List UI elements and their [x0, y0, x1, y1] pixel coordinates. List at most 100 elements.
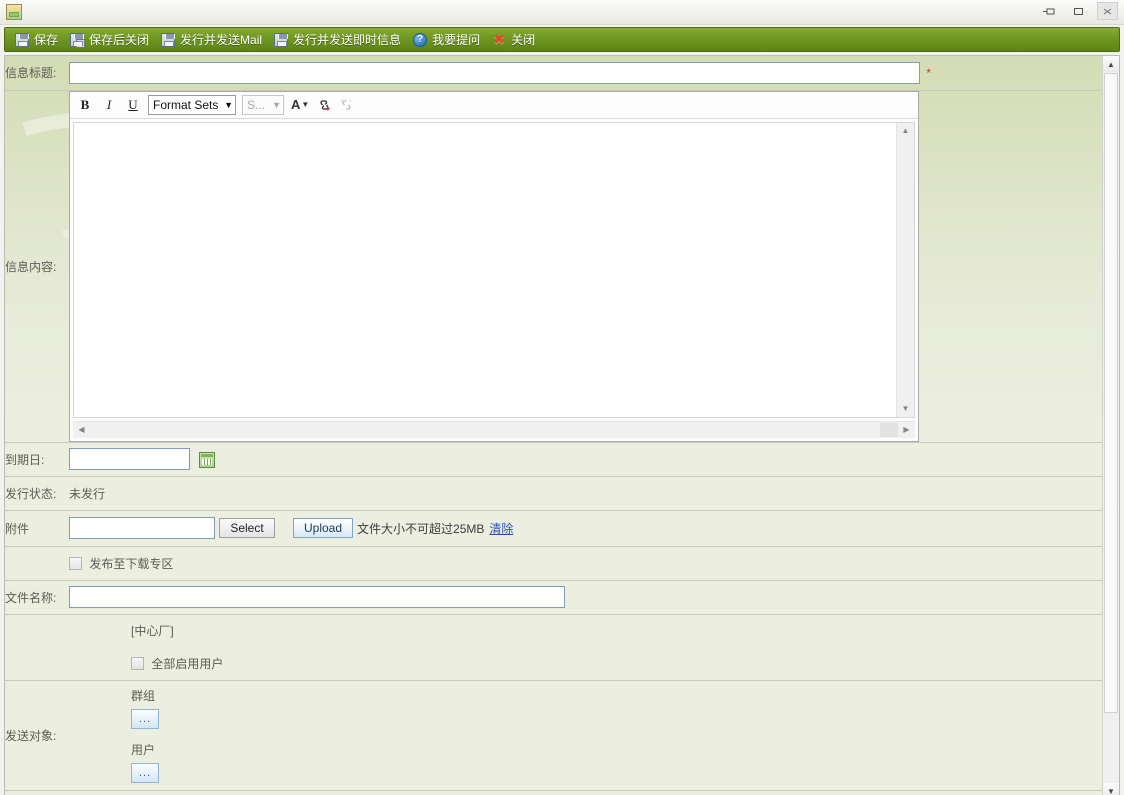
unlink-icon: [336, 95, 356, 115]
editor-vertical-scrollbar[interactable]: ▲ ▼: [896, 122, 914, 417]
group-label: 群组: [131, 689, 156, 703]
close-button[interactable]: [1097, 2, 1118, 20]
all-users-checkbox[interactable]: [131, 657, 144, 670]
save-close-icon: [70, 32, 86, 48]
bold-label: B: [80, 96, 90, 112]
editor-canvas[interactable]: [74, 122, 897, 417]
title-label: 信息标题:: [5, 56, 69, 91]
scroll-up-icon[interactable]: ▲: [897, 123, 914, 139]
scroll-left-icon[interactable]: ◀: [73, 425, 90, 434]
underline-button[interactable]: U: [122, 94, 144, 116]
scroll-right-icon[interactable]: ▶: [898, 425, 915, 434]
publish-download-cell: 发布至下载专区: [69, 546, 1102, 581]
row-attachment: 附件 Select Upload 文件大小不可超过25MB 清除: [5, 510, 1102, 547]
page-scroll-down-icon[interactable]: ▼: [1103, 783, 1119, 795]
toolbar-save-label: 保存: [34, 33, 59, 47]
toolbar-help-label: 我要提问: [432, 33, 481, 47]
hscroll-thumb[interactable]: [880, 422, 898, 437]
row-content: 信息内容: B I U Format Sets ▼ S... ▼ A ▼ ▲ ▼…: [5, 90, 1102, 443]
page-vertical-scrollbar[interactable]: ▲ ▼: [1102, 56, 1119, 795]
italic-button[interactable]: I: [98, 94, 120, 116]
toolbar-save-close[interactable]: 保存后关闭: [66, 29, 157, 50]
chevron-down-icon-2: ▼: [272, 99, 281, 110]
select-file-button[interactable]: Select: [219, 518, 275, 538]
toolbar-close[interactable]: ✖ 关闭: [488, 29, 543, 50]
title-required-mark: *: [926, 65, 932, 80]
title-field-cell: *: [69, 56, 1102, 91]
app-document-icon: [6, 4, 22, 20]
user-label: 用户: [131, 743, 156, 757]
rich-text-editor: B I U Format Sets ▼ S... ▼ A ▼ ▲ ▼ ◀ ▶: [69, 90, 919, 442]
send-target-label: 发送对象:: [5, 680, 69, 791]
link-icon[interactable]: [314, 95, 334, 115]
content-label: 信息内容:: [5, 90, 69, 443]
format-sets-dropdown[interactable]: Format Sets ▼: [148, 94, 236, 115]
publish-status-label: 发行状态:: [5, 476, 69, 511]
publish-download-checkbox[interactable]: [69, 556, 82, 570]
filename-label: 文件名称:: [5, 580, 69, 615]
news-form-table: 信息标题: * 信息内容: B I U Format Sets ▼ S... ▼…: [5, 56, 1102, 795]
font-color-button[interactable]: A ▼: [288, 97, 312, 112]
row-title: 信息标题: *: [5, 56, 1102, 91]
format-sets-value: Format Sets: [153, 97, 219, 112]
toolbar-close-label: 关闭: [511, 33, 536, 47]
row-org-allusers: [中心厂] 全部启用用户: [5, 614, 1102, 681]
editor-toolbar: B I U Format Sets ▼ S... ▼ A ▼: [70, 91, 918, 119]
style-dropdown-disabled: S... ▼: [242, 94, 284, 115]
bold-button[interactable]: B: [74, 94, 96, 116]
form-scroll-area: 信息标题: * 信息内容: B I U Format Sets ▼ S... ▼…: [5, 56, 1102, 795]
save-im-icon: [274, 32, 289, 47]
toolbar-publish-im[interactable]: 发行并发送即时信息: [270, 29, 409, 50]
row-expire-date: 到期日:: [5, 442, 1102, 477]
action-toolbar: 保存 保存后关闭 发行并发送Mail 发行并发送即时信息 ? 我要提问 ✖ 关闭: [4, 27, 1120, 52]
toolbar-publish-mail[interactable]: 发行并发送Mail: [157, 29, 270, 50]
publish-download-checkbox-label: 发布至下载专区: [89, 556, 174, 571]
application-window: 保存 保存后关闭 发行并发送Mail 发行并发送即时信息 ? 我要提问 ✖ 关闭: [0, 0, 1124, 795]
editor-horizontal-scrollbar[interactable]: ◀ ▶: [73, 420, 915, 438]
toolbar-publish-im-label: 发行并发送即时信息: [293, 33, 402, 47]
editor-content-area[interactable]: ▲ ▼: [73, 121, 915, 418]
attachment-path-input[interactable]: [69, 517, 215, 539]
title-input[interactable]: [69, 61, 920, 84]
send-targets-cell: 群组 ... 用户 ...: [69, 680, 1102, 791]
form-body: 信息标题: * 信息内容: B I U Format Sets ▼ S... ▼…: [4, 55, 1120, 795]
filename-input[interactable]: [69, 586, 565, 608]
clear-attachment-link[interactable]: 清除: [489, 520, 513, 537]
row-filename: 文件名称:: [5, 580, 1102, 615]
content-field-cell: B I U Format Sets ▼ S... ▼ A ▼ ▲ ▼ ◀ ▶: [69, 90, 1102, 443]
attachment-label: 附件: [5, 510, 69, 547]
maximize-button[interactable]: [1068, 2, 1089, 20]
user-picker-button[interactable]: ...: [131, 763, 159, 783]
expire-date-cell: [69, 442, 1102, 477]
row-publish-status: 发行状态: 未发行: [5, 476, 1102, 511]
underline-label: U: [128, 96, 138, 112]
publish-download-spacer: [5, 546, 69, 581]
all-users-row: 全部启用用户: [131, 655, 1102, 672]
row-trailing-spacer: [5, 790, 1102, 795]
page-scroll-up-icon[interactable]: ▲: [1103, 56, 1119, 72]
upload-button[interactable]: Upload: [293, 518, 354, 538]
minimize-button[interactable]: [1039, 2, 1060, 20]
title-bar: [0, 0, 1124, 25]
toolbar-save[interactable]: 保存: [11, 29, 66, 50]
publish-status-value: 未发行: [69, 486, 106, 501]
expire-date-input[interactable]: [69, 448, 190, 470]
style-dropdown-value: S...: [247, 97, 266, 112]
page-scroll-thumb[interactable]: [1104, 73, 1118, 713]
chevron-down-icon-3: ▼: [301, 100, 310, 109]
toolbar-help[interactable]: ? 我要提问: [409, 29, 488, 50]
all-users-checkbox-label: 全部启用用户: [151, 657, 224, 671]
calendar-icon[interactable]: [199, 451, 216, 468]
window-controls: [1039, 2, 1118, 20]
row-send-targets: 发送对象: 群组 ... 用户 ...: [5, 680, 1102, 791]
org-allusers-cell: [中心厂] 全部启用用户: [69, 614, 1102, 681]
scroll-down-icon[interactable]: ▼: [897, 401, 914, 417]
row-publish-download: 发布至下载专区: [5, 546, 1102, 581]
close-x-icon: ✖: [493, 30, 505, 47]
help-icon: ?: [413, 32, 428, 47]
font-color-label: A: [291, 97, 301, 112]
attachment-cell: Select Upload 文件大小不可超过25MB 清除: [69, 510, 1102, 547]
group-picker-button[interactable]: ...: [131, 709, 159, 729]
filename-cell: [69, 580, 1102, 615]
expire-date-label: 到期日:: [5, 442, 69, 477]
